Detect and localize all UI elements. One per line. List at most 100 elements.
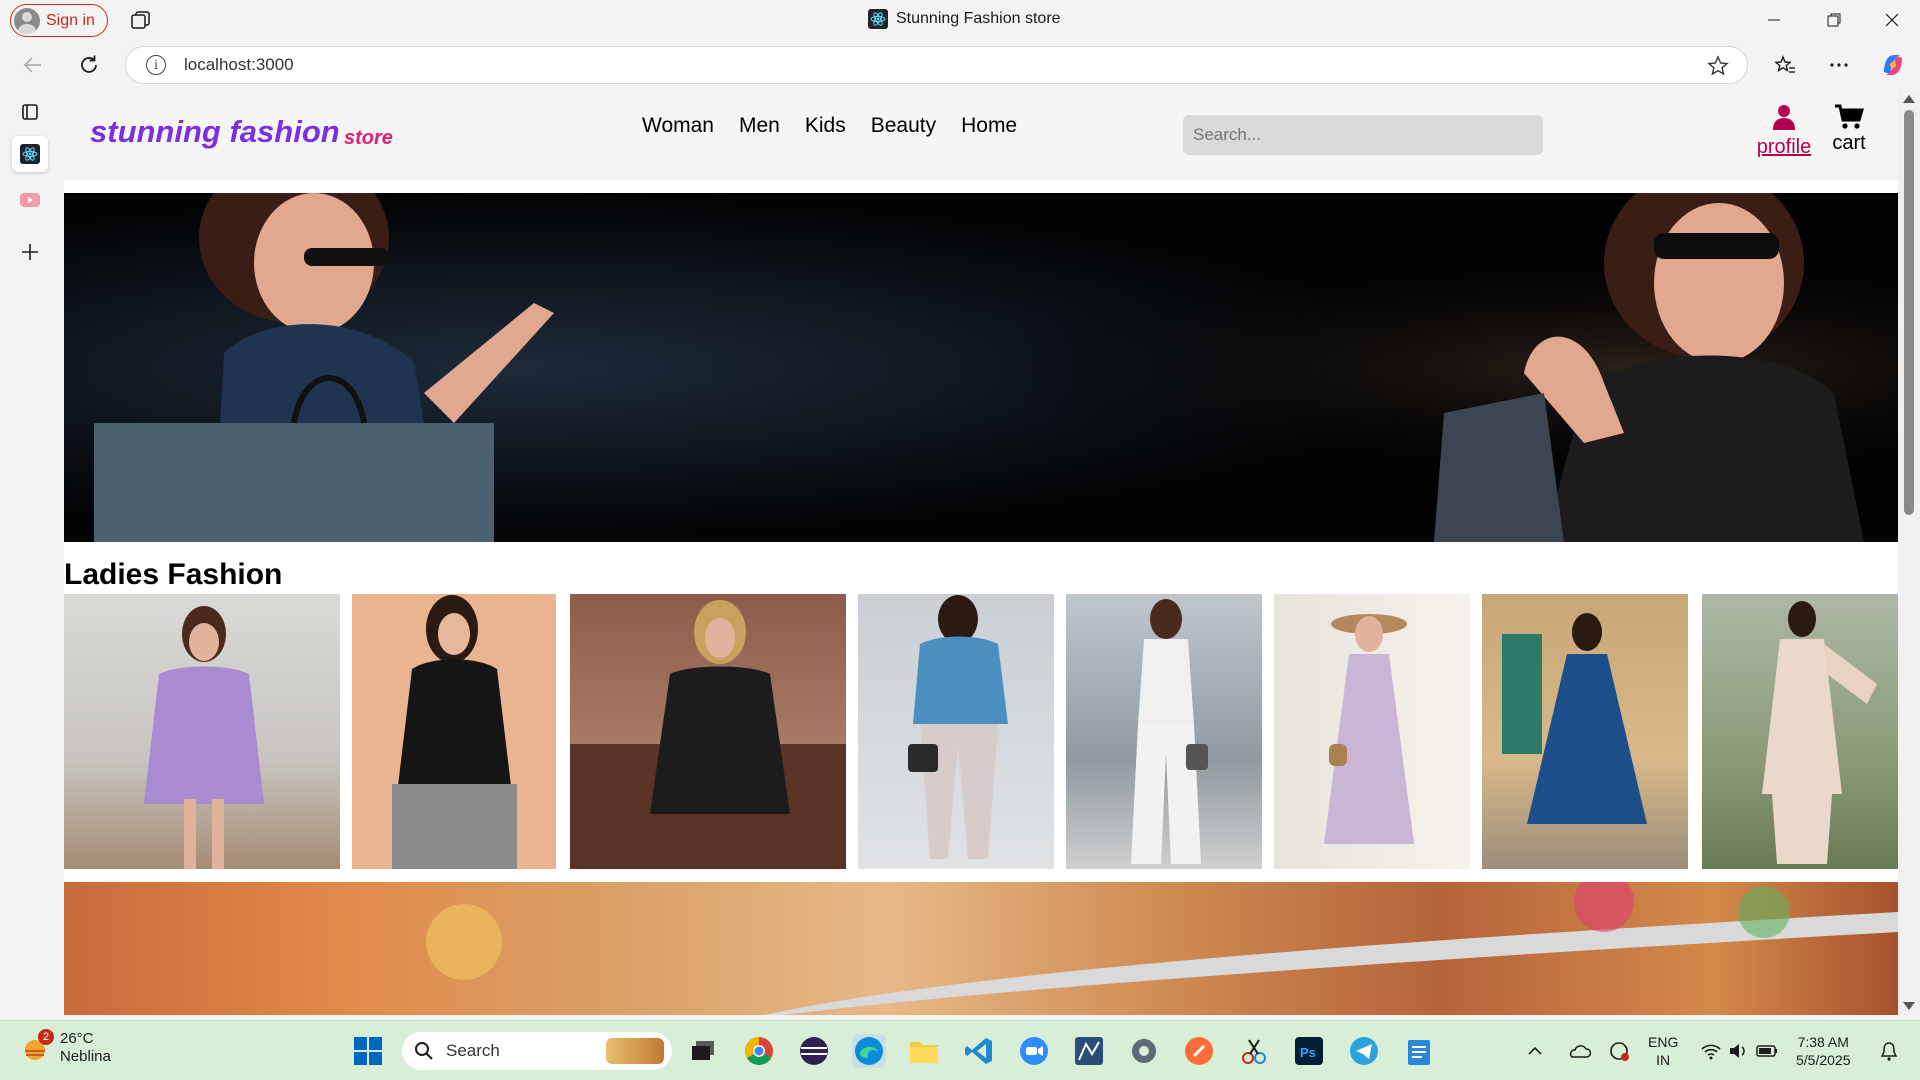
network-app-icon[interactable]: [1072, 1034, 1106, 1068]
product-row: [64, 594, 1898, 869]
youtube-tab-icon[interactable]: [12, 182, 48, 218]
product-card[interactable]: [1274, 594, 1470, 869]
product-card[interactable]: [1702, 594, 1898, 869]
react-icon: [20, 144, 40, 164]
url-text[interactable]: localhost:3000: [184, 55, 294, 75]
browser-window: Sign in Stunning Fashion store i localho…: [0, 0, 1920, 1080]
chrome-icon[interactable]: [742, 1034, 776, 1068]
tab-title: Stunning Fashion store: [896, 10, 1061, 27]
new-tab-icon[interactable]: [12, 234, 48, 270]
react-tab-icon[interactable]: [12, 136, 48, 172]
search-highlight-icon: [606, 1038, 664, 1064]
clock[interactable]: 7:38 AM 5/5/2025: [1796, 1033, 1851, 1069]
main-menu: Woman Men Kids Beauty Home: [642, 114, 1017, 138]
copilot-icon[interactable]: [1876, 48, 1910, 82]
photoshop-icon[interactable]: Ps: [1292, 1034, 1326, 1068]
react-icon: [868, 9, 888, 29]
product-image: [144, 606, 264, 869]
file-explorer-icon[interactable]: [907, 1034, 941, 1068]
notepad-icon[interactable]: [1402, 1034, 1436, 1068]
product-card[interactable]: [1482, 594, 1688, 869]
sync-icon[interactable]: [1605, 1034, 1633, 1068]
tray-overflow-icon[interactable]: [1521, 1034, 1549, 1068]
hero-image: [64, 193, 1898, 542]
cart-link[interactable]: cart: [1824, 104, 1874, 155]
menu-item-men[interactable]: Men: [739, 114, 780, 138]
settings-icon[interactable]: [1127, 1034, 1161, 1068]
address-toolbar: i localhost:3000: [0, 40, 1920, 90]
close-icon[interactable]: [1864, 0, 1920, 40]
web-page: stunning fashion store Woman Men Kids Be…: [64, 90, 1898, 1015]
product-image: [1131, 599, 1208, 864]
scroll-down-icon[interactable]: [1903, 1002, 1915, 1010]
product-card[interactable]: [1066, 594, 1262, 869]
taskbar: 2 26°C Neblina Search Ps ENG IN 7:38 AM …: [0, 1020, 1920, 1080]
volume-icon[interactable]: [1726, 1034, 1752, 1068]
site-info-icon[interactable]: i: [146, 55, 166, 75]
product-card[interactable]: [858, 594, 1054, 869]
task-view-icon[interactable]: [686, 1034, 720, 1068]
menu-item-woman[interactable]: Woman: [642, 114, 714, 138]
weather-widget[interactable]: 2 26°C Neblina: [20, 1029, 111, 1066]
tab[interactable]: Stunning Fashion store: [868, 9, 1061, 29]
wifi-icon[interactable]: [1698, 1034, 1724, 1068]
title-bar: Sign in Stunning Fashion store: [0, 0, 1920, 40]
menu-item-beauty[interactable]: Beauty: [871, 114, 936, 138]
sign-in-label: Sign in: [46, 11, 95, 29]
product-card[interactable]: [64, 594, 340, 869]
favorite-star-icon[interactable]: [1707, 55, 1729, 77]
restore-icon[interactable]: [1806, 0, 1862, 40]
clock-date: 5/5/2025: [1796, 1052, 1851, 1068]
weather-temp: 26°C: [60, 1030, 94, 1047]
more-menu-icon[interactable]: [1822, 48, 1856, 82]
user-icon: [1773, 105, 1795, 130]
workspaces-icon[interactable]: [130, 10, 152, 30]
site-header: stunning fashion store Woman Men Kids Be…: [64, 90, 1898, 180]
language-indicator[interactable]: ENG IN: [1648, 1033, 1678, 1069]
profile-label[interactable]: profile: [1754, 136, 1814, 159]
page-scrollbar[interactable]: [1898, 90, 1920, 1015]
product-card[interactable]: [352, 594, 556, 869]
avatar-icon: [14, 7, 40, 34]
lang-top: ENG: [1648, 1034, 1679, 1050]
clock-time: 7:38 AM: [1797, 1034, 1849, 1050]
refresh-icon[interactable]: [72, 48, 106, 82]
edge-icon[interactable]: [852, 1034, 886, 1068]
product-card[interactable]: [570, 594, 846, 869]
notifications-icon[interactable]: [1876, 1034, 1902, 1068]
brand-logo[interactable]: stunning fashion: [90, 114, 340, 150]
product-image: [1762, 601, 1877, 864]
svg-text:Ps: Ps: [1300, 1045, 1316, 1060]
start-icon[interactable]: [351, 1034, 385, 1068]
sign-in-button[interactable]: Sign in: [10, 4, 108, 37]
scroll-up-icon[interactable]: [1903, 95, 1915, 103]
eclipse-icon[interactable]: [797, 1034, 831, 1068]
product-image: [908, 595, 1008, 859]
profile-link[interactable]: profile: [1754, 104, 1814, 159]
back-icon[interactable]: [16, 48, 50, 82]
search-icon: [415, 1042, 433, 1060]
minimize-icon[interactable]: [1746, 0, 1802, 40]
favorites-icon[interactable]: [1768, 48, 1802, 82]
menu-item-home[interactable]: Home: [961, 114, 1017, 138]
scroll-thumb[interactable]: [1904, 110, 1914, 515]
battery-icon[interactable]: [1754, 1034, 1780, 1068]
postman-icon[interactable]: [1182, 1034, 1216, 1068]
onedrive-icon[interactable]: [1565, 1034, 1593, 1068]
vscode-icon[interactable]: [962, 1034, 996, 1068]
snipping-tool-icon[interactable]: [1237, 1034, 1271, 1068]
weather-desc: Neblina: [60, 1048, 111, 1065]
cart-icon: [1835, 104, 1865, 129]
menu-item-kids[interactable]: Kids: [805, 114, 846, 138]
product-image: [570, 600, 846, 869]
search-input[interactable]: [1183, 115, 1543, 155]
taskbar-search-label: Search: [446, 1041, 500, 1060]
taskbar-search[interactable]: Search: [402, 1032, 672, 1070]
zoom-icon[interactable]: [1017, 1034, 1051, 1068]
tab-actions-icon[interactable]: [12, 94, 48, 130]
address-bar[interactable]: i localhost:3000: [125, 46, 1748, 84]
promo-banner[interactable]: [64, 882, 1898, 1015]
hero-banner[interactable]: [64, 193, 1898, 542]
telegram-icon[interactable]: [1347, 1034, 1381, 1068]
browser-sidebar: [0, 90, 60, 1020]
